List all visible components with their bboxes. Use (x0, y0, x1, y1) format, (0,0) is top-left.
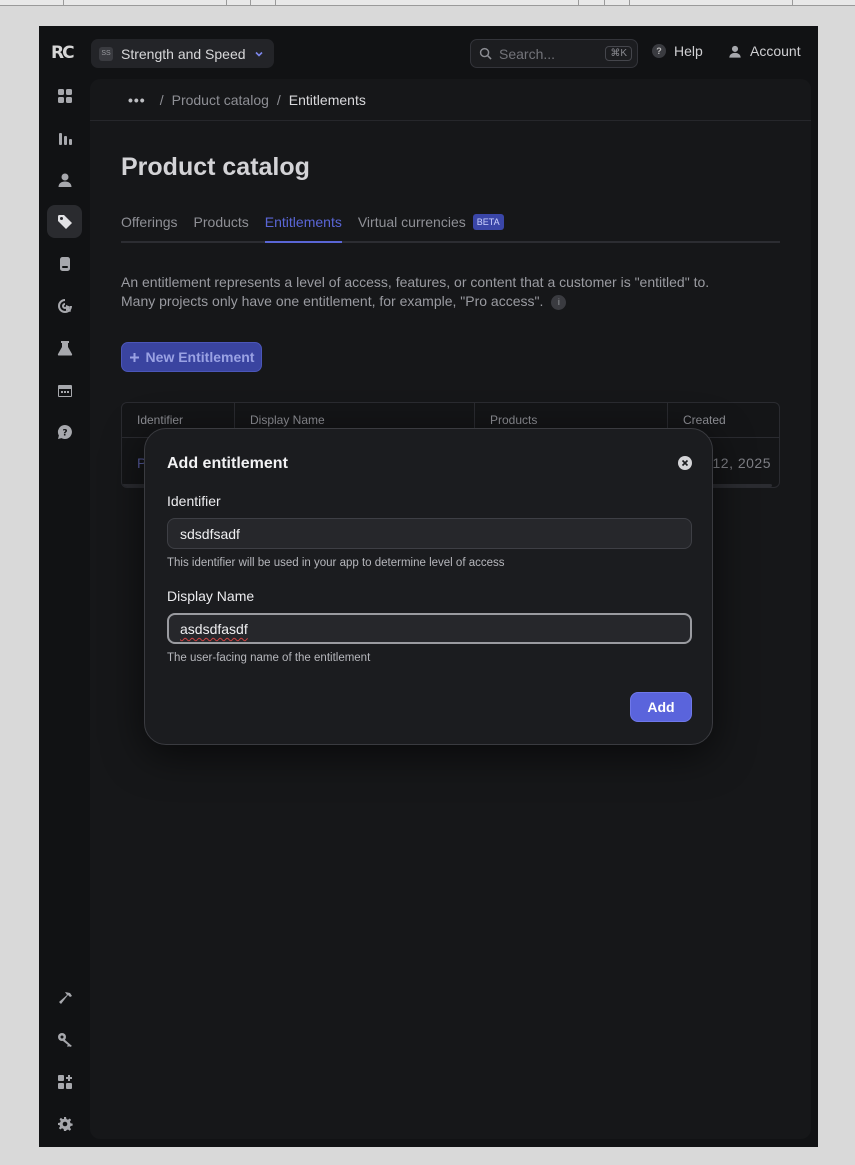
experiments-icon (57, 340, 72, 356)
customers-icon (58, 173, 71, 187)
sidebar-item-api-keys[interactable] (47, 1023, 82, 1056)
sidebar-item-settings[interactable] (47, 1107, 82, 1140)
sidebar: RC ? (39, 26, 89, 1147)
sidebar-item-charts[interactable] (47, 121, 82, 154)
close-icon (681, 459, 689, 467)
identifier-value: sdsdfsadf (180, 526, 240, 542)
sidebar-item-targeting[interactable] (47, 289, 82, 322)
info-icon[interactable]: i (551, 294, 567, 310)
app-logo[interactable]: RC (51, 42, 75, 64)
display-name-field[interactable]: asdsdfasdf (167, 613, 692, 644)
svg-text:?: ? (62, 428, 67, 438)
top-ruler (0, 0, 855, 6)
new-entitlement-button[interactable]: New Entitlement (121, 342, 262, 372)
description-line-2: Many projects only have one entitlement,… (121, 292, 741, 311)
modal-title: Add entitlement (167, 455, 288, 472)
key-icon (57, 1032, 72, 1047)
breadcrumb-separator: / (276, 91, 281, 108)
sidebar-item-customers[interactable] (47, 163, 82, 196)
breadcrumb-item-product-catalog[interactable]: Product catalog (172, 92, 269, 108)
sidebar-item-integrations[interactable] (47, 1065, 82, 1098)
row-identifier[interactable]: P (122, 438, 146, 483)
charts-icon (58, 132, 72, 145)
description-line-1: An entitlement represents a level of acc… (121, 274, 710, 290)
display-name-value: asdsdfasdf (180, 621, 248, 637)
hammer-icon (58, 991, 72, 1004)
product-catalog-icon (57, 214, 72, 229)
close-button[interactable] (678, 456, 692, 470)
breadcrumb-more-button[interactable]: ••• (128, 92, 146, 108)
sidebar-item-support[interactable]: ? (47, 415, 82, 448)
description-line-2-text: Many projects only have one entitlement,… (121, 293, 544, 309)
display-name-hint: The user-facing name of the entitlement (167, 652, 371, 664)
dashboard-icon (57, 88, 72, 103)
project-selector[interactable]: SS Strength and Speed (91, 39, 274, 68)
page-title: Product catalog (121, 153, 310, 181)
tab-entitlements[interactable]: Entitlements (264, 214, 342, 243)
chevron-down-icon (254, 51, 263, 57)
breadcrumb: ••• / Product catalog / Entitlements (90, 79, 811, 121)
sidebar-item-product-catalog[interactable] (47, 205, 82, 238)
add-entitlement-modal: Add entitlement Identifier sdsdfsadf Thi… (144, 428, 713, 745)
settings-icon (57, 1116, 73, 1131)
support-icon: ? (57, 424, 72, 439)
new-entitlement-label: New Entitlement (145, 349, 255, 365)
sidebar-item-tools[interactable] (47, 981, 82, 1014)
catalog-tabs: Offerings Products Entitlements Virtual … (121, 214, 780, 243)
display-name-label: Display Name (167, 588, 255, 604)
breadcrumb-item-entitlements: Entitlements (288, 91, 366, 108)
identifier-hint: This identifier will be used in your app… (167, 557, 505, 569)
tab-offerings[interactable]: Offerings (121, 214, 178, 241)
tab-virtual-currencies-label: Virtual currencies (357, 214, 466, 230)
tab-virtual-currencies[interactable]: Virtual currencies BETA (358, 214, 504, 241)
help-button[interactable]: ? Help (652, 43, 703, 59)
breadcrumb-separator: / (159, 91, 164, 108)
apps-add-icon (57, 1074, 72, 1089)
plus-icon (129, 352, 139, 362)
account-label: Account (750, 43, 801, 59)
tab-products[interactable]: Products (194, 214, 249, 241)
beta-badge: BETA (472, 214, 504, 230)
sidebar-item-paywalls[interactable] (47, 247, 82, 280)
sidebar-item-dashboard[interactable] (47, 79, 82, 112)
identifier-label: Identifier (167, 493, 221, 509)
calendar-icon (57, 384, 72, 397)
account-button[interactable]: Account (728, 43, 801, 59)
project-name: Strength and Speed (121, 45, 246, 62)
targeting-icon (57, 298, 72, 313)
search-box[interactable]: Search... ⌘K (470, 39, 638, 68)
search-placeholder: Search... (499, 45, 556, 62)
add-button[interactable]: Add (630, 692, 692, 722)
project-badge: SS (99, 46, 113, 61)
paywalls-icon (59, 256, 70, 271)
account-icon (729, 45, 741, 58)
search-shortcut: ⌘K (605, 46, 632, 61)
search-icon (479, 47, 492, 60)
identifier-field[interactable]: sdsdfsadf (167, 518, 692, 549)
sidebar-item-calendar[interactable] (47, 373, 82, 406)
help-icon: ? (652, 44, 666, 58)
help-label: Help (674, 43, 703, 59)
entitlements-description: An entitlement represents a level of acc… (121, 273, 741, 311)
sidebar-item-experiments[interactable] (47, 331, 82, 364)
